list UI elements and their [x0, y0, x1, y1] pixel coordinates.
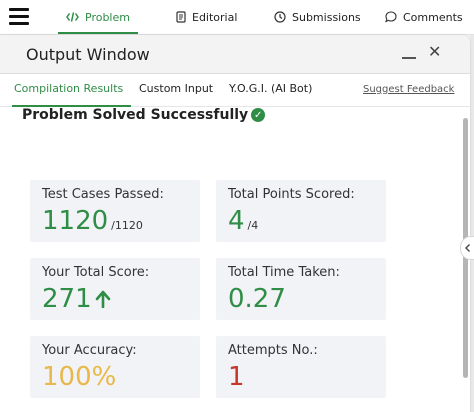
tab-label: Editorial	[192, 10, 238, 24]
time-value: 0.27	[228, 284, 286, 314]
points-card: Total Points Scored: 4 /4	[216, 180, 386, 242]
points-value: 4 /4	[228, 206, 258, 236]
points-total: /4	[247, 219, 259, 232]
clock-icon	[274, 11, 286, 23]
chevron-left-icon	[465, 244, 470, 252]
tab-submissions[interactable]: Submissions	[274, 0, 361, 34]
score-card: Your Total Score: 271	[30, 258, 200, 320]
subtab-custom-input[interactable]: Custom Input	[139, 82, 213, 95]
test-cases-passed: 1120	[42, 206, 109, 236]
arrow-up-icon	[95, 290, 111, 308]
panel-title: Output Window	[26, 45, 150, 64]
status-message: Problem Solved Successfully ✓	[22, 107, 266, 123]
subtab-compilation-results[interactable]: Compilation Results	[11, 82, 132, 107]
tab-label: Submissions	[292, 10, 361, 24]
test-cases-total: /1120	[111, 219, 143, 232]
collapse-handle[interactable]	[460, 236, 474, 260]
accuracy-value: 100%	[42, 362, 117, 392]
time-card: Total Time Taken: 0.27	[216, 258, 386, 320]
comment-icon	[385, 11, 397, 23]
card-label: Test Cases Passed:	[42, 187, 164, 202]
points-scored: 4	[228, 206, 245, 236]
subtab-yogi-ai-bot[interactable]: Y.O.G.I. (AI Bot)	[229, 82, 312, 95]
card-label: Total Time Taken:	[228, 265, 340, 280]
card-label: Your Total Score:	[42, 265, 150, 280]
tab-problem[interactable]: Problem	[58, 0, 138, 34]
tab-comments[interactable]: Comments	[385, 0, 463, 34]
code-icon	[66, 12, 79, 22]
top-navigation: Problem Editorial Submissions Comments	[0, 0, 474, 35]
tab-editorial[interactable]: Editorial	[176, 0, 237, 34]
accuracy-card: Your Accuracy: 100%	[30, 336, 200, 398]
status-text: Problem Solved Successfully	[22, 107, 249, 123]
card-label: Total Points Scored:	[228, 187, 355, 202]
score-value: 271	[42, 284, 111, 314]
attempts-value: 1	[228, 362, 245, 392]
tab-label: Problem	[85, 10, 130, 24]
suggest-feedback-link[interactable]: Suggest Feedback	[363, 84, 454, 95]
right-edge	[470, 35, 474, 412]
card-label: Attempts No.:	[228, 343, 318, 358]
check-circle-icon: ✓	[251, 108, 266, 122]
tab-label: Comments	[403, 10, 463, 24]
output-window-header: Output Window ✕	[0, 35, 470, 74]
attempts-card: Attempts No.: 1	[216, 336, 386, 398]
total-score: 271	[42, 284, 92, 314]
test-cases-value: 1120 /1120	[42, 206, 143, 236]
minimize-icon[interactable]	[402, 57, 416, 59]
document-icon	[176, 11, 186, 23]
menu-icon[interactable]	[9, 8, 29, 25]
close-icon[interactable]: ✕	[428, 44, 441, 60]
test-cases-card: Test Cases Passed: 1120 /1120	[30, 180, 200, 242]
card-label: Your Accuracy:	[42, 343, 137, 358]
